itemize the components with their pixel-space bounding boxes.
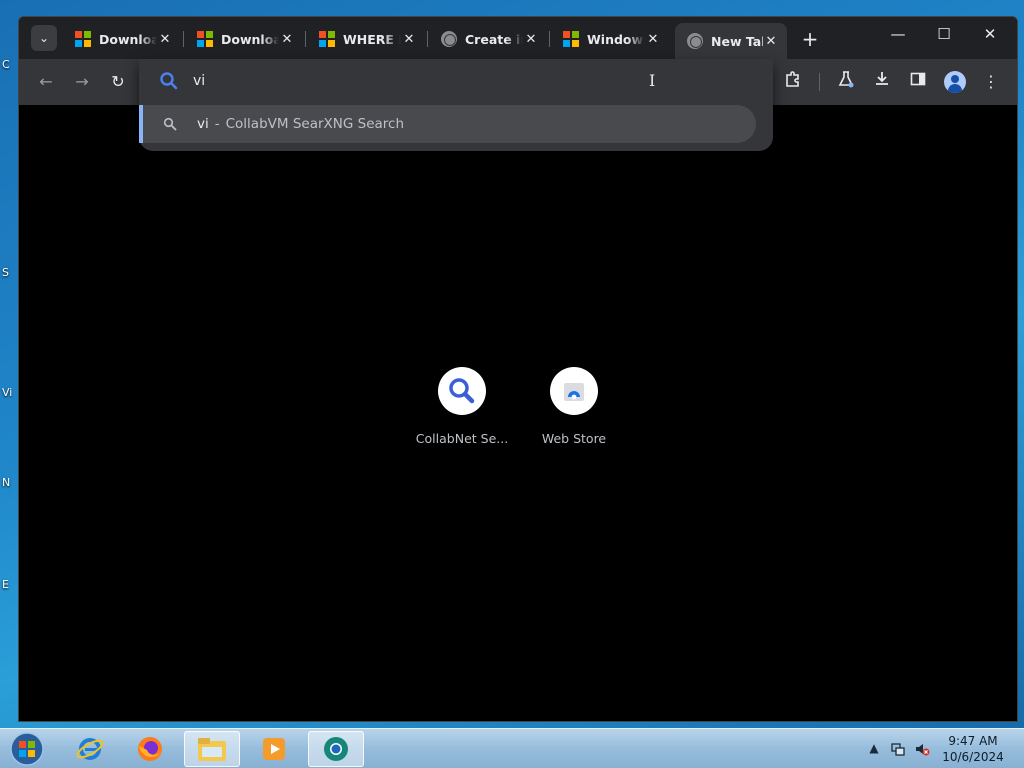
tab-3[interactable]: WHERE is ✕: [307, 25, 425, 53]
magnifier-icon: [449, 378, 475, 404]
shortcut-tile: [438, 367, 486, 415]
taskbar-chrome-beta[interactable]: [308, 731, 364, 767]
tab-separator: [427, 31, 428, 47]
kebab-menu-icon: ⋮: [983, 72, 999, 91]
tab-5[interactable]: Windows ✕: [551, 25, 669, 53]
downloads-button[interactable]: [870, 70, 894, 94]
maximize-button[interactable]: ☐: [929, 25, 959, 43]
webstore-icon: [564, 383, 584, 401]
globe-icon: [441, 31, 457, 47]
reload-button[interactable]: ↻: [107, 71, 129, 93]
shortcut-collabnet[interactable]: CollabNet Se...: [412, 367, 512, 446]
desktop-label-1: C: [2, 58, 10, 71]
clock-time: 9:47 AM: [948, 734, 998, 748]
arrow-left-icon: ←: [39, 72, 53, 91]
tab-title: WHERE is: [343, 31, 401, 47]
desktop-label-3: Vi: [2, 386, 13, 399]
volume-muted-icon[interactable]: [914, 741, 930, 757]
chevron-down-icon: ⌄: [38, 31, 50, 45]
microsoft-logo-icon: [75, 31, 91, 47]
shortcut-label: CollabNet Se...: [415, 431, 509, 446]
taskbar-ie[interactable]: [62, 731, 118, 767]
search-icon: [160, 72, 178, 90]
text-cursor-icon: I: [649, 71, 656, 90]
forward-button[interactable]: →: [71, 71, 93, 93]
tab-title: Download: [221, 31, 279, 47]
shortcut-tile: [550, 367, 598, 415]
tab-separator: [183, 31, 184, 47]
taskbar-explorer[interactable]: [184, 731, 240, 767]
taskbar-firefox[interactable]: [122, 731, 178, 767]
close-icon: ✕: [983, 25, 997, 43]
start-button[interactable]: [8, 731, 46, 767]
plus-icon: +: [801, 27, 819, 51]
system-clock[interactable]: 9:47 AM 10/6/2024: [940, 733, 1006, 765]
tab-bar: ⌄ Download ✕ Download ✕ WHERE is ✕ Creat…: [19, 17, 1017, 59]
search-icon: [163, 117, 177, 131]
close-icon[interactable]: ✕: [279, 32, 295, 47]
tab-separator: [305, 31, 306, 47]
profile-avatar[interactable]: [944, 71, 966, 93]
folder-icon: [198, 738, 226, 761]
tab-title: Download: [99, 31, 157, 47]
media-player-icon: [263, 738, 285, 760]
tab-separator: [549, 31, 550, 47]
side-panel-button[interactable]: [906, 70, 930, 94]
firefox-icon: [138, 737, 162, 761]
new-tab-button[interactable]: +: [799, 27, 821, 51]
windows-start-icon: [10, 732, 44, 766]
reload-icon: ↻: [111, 72, 125, 91]
close-icon[interactable]: ✕: [157, 32, 173, 47]
omnibox-dropdown: I vi - CollabVM SearXNG Search: [139, 59, 773, 151]
close-icon[interactable]: ✕: [645, 32, 661, 47]
maximize-icon: ☐: [937, 25, 951, 43]
taskbar-media-player[interactable]: [246, 731, 302, 767]
desktop-label-2: S: [2, 266, 9, 279]
download-icon: [876, 72, 888, 85]
tab-title: Create in: [465, 31, 523, 47]
tab-2[interactable]: Download ✕: [185, 25, 303, 53]
omnibox-row: I: [139, 59, 773, 103]
chromium-icon: [324, 737, 348, 761]
toolbar-separator: [819, 73, 820, 91]
suggestion-separator: -: [214, 116, 220, 132]
tab-1[interactable]: Download ✕: [63, 25, 181, 53]
minimize-icon: —: [890, 25, 906, 43]
taskbar: ▲ 9:47 AM 10/6/2024: [0, 728, 1024, 768]
tab-title: Windows: [587, 31, 645, 47]
back-button[interactable]: ←: [35, 71, 57, 93]
shortcut-label: Web Store: [541, 431, 607, 446]
desktop-label-5: E: [2, 578, 9, 591]
microsoft-logo-icon: [319, 31, 335, 47]
arrow-right-icon: →: [75, 72, 89, 91]
suggestion-engine: CollabVM SearXNG Search: [225, 116, 405, 132]
globe-icon: [687, 33, 703, 49]
tab-title: New Tab: [711, 33, 763, 49]
tab-search-button[interactable]: ⌄: [31, 25, 57, 51]
tab-6-active[interactable]: New Tab ✕: [675, 23, 787, 59]
close-window-button[interactable]: ✕: [975, 25, 1005, 43]
close-icon[interactable]: ✕: [763, 34, 779, 49]
suggestion-query: vi: [197, 116, 209, 132]
minimize-button[interactable]: —: [883, 25, 913, 43]
extensions-button[interactable]: [781, 70, 805, 94]
desktop-label-4: N: [2, 476, 11, 489]
show-hidden-icons-button[interactable]: ▲: [866, 741, 882, 757]
browser-window: ⌄ Download ✕ Download ✕ WHERE is ✕ Creat…: [18, 16, 1018, 722]
microsoft-logo-icon: [563, 31, 579, 47]
clock-date: 10/6/2024: [942, 750, 1004, 764]
flask-icon: [838, 71, 854, 88]
puzzle-icon: [786, 71, 799, 87]
omnibox-suggestion[interactable]: vi - CollabVM SearXNG Search: [139, 105, 756, 143]
shortcut-web-store[interactable]: Web Store: [524, 367, 624, 446]
internet-explorer-icon: [76, 738, 104, 760]
labs-button[interactable]: [834, 70, 858, 94]
tab-4[interactable]: Create in ✕: [429, 25, 547, 53]
microsoft-logo-icon: [197, 31, 213, 47]
menu-button[interactable]: ⋮: [979, 70, 1003, 94]
close-icon[interactable]: ✕: [401, 32, 417, 47]
side-panel-icon: [910, 72, 926, 86]
close-icon[interactable]: ✕: [523, 32, 539, 47]
network-icon[interactable]: [890, 741, 906, 757]
